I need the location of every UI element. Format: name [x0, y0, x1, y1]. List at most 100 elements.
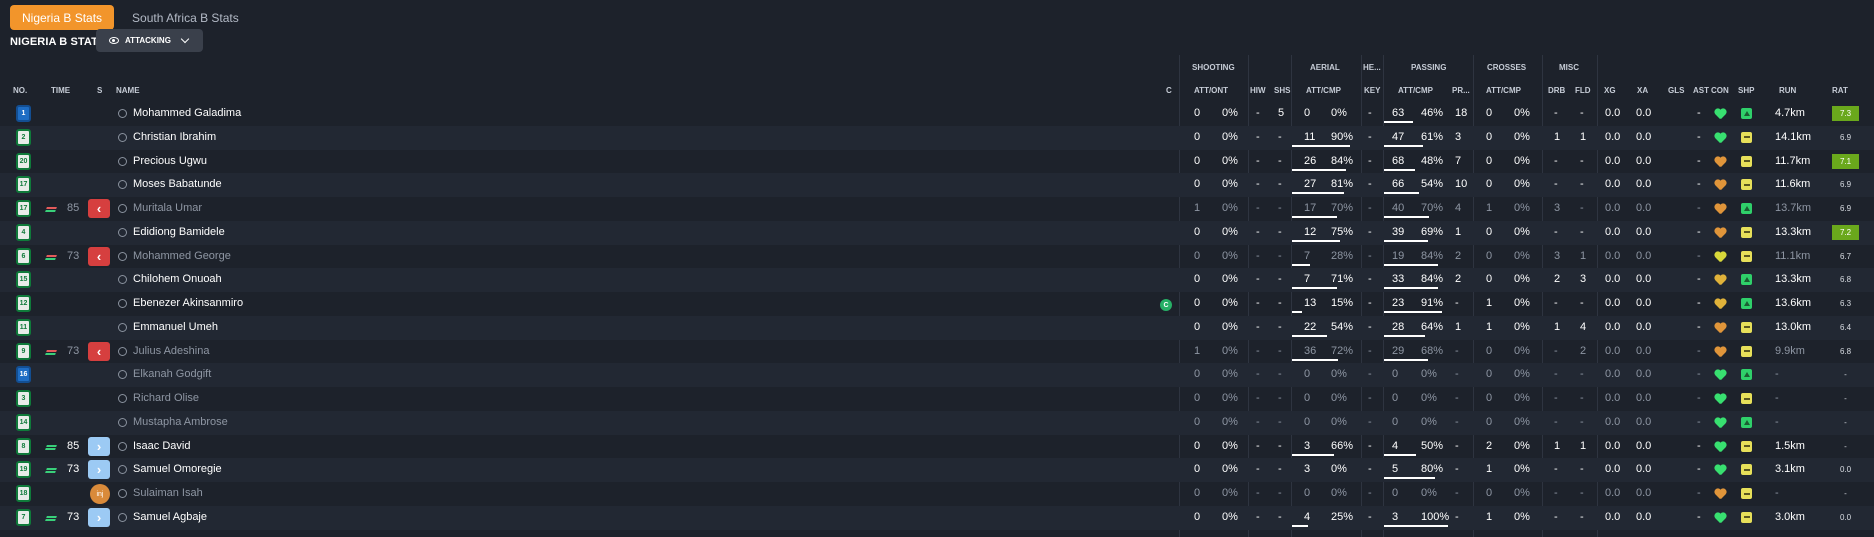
column-header-drb[interactable]: DRB: [1548, 86, 1565, 95]
fouled: 1: [1580, 439, 1587, 452]
table-row[interactable]: 3 Richard Olise 0 0% - - 0 0% - 0 0% - 0 0% - - 0.0 0.0 - -…: [0, 387, 1874, 411]
aerial-completed-pct: 72%: [1331, 344, 1354, 357]
tab-south-africa-b-stats[interactable]: South Africa B Stats: [120, 5, 251, 30]
column-header-xa[interactable]: XA: [1637, 86, 1648, 95]
expected-assists: 0.0: [1636, 130, 1652, 143]
subbed-off-button[interactable]: ‹: [88, 246, 110, 266]
shots-stopped: -: [1278, 463, 1282, 476]
column-header-gls[interactable]: GLS: [1668, 86, 1684, 95]
shots-on-target-pct: 0%: [1222, 487, 1238, 499]
hit-woodwork: -: [1256, 130, 1260, 143]
column-header-passing[interactable]: ATT/CMP: [1398, 86, 1433, 95]
table-row[interactable]: 18 inj Sulaiman Isah 0 0% - - 0 0% - 0 0% - 0 0% - - 0.0 0…: [0, 482, 1874, 506]
table-row[interactable]: 17 85 ‹ Muritala Umar 1 0% - - 17 70% - 40 70% 4 1 0% 3 -…: [0, 197, 1874, 221]
subbed-on-button[interactable]: ›: [88, 436, 110, 456]
column-header-rat[interactable]: RAT: [1832, 86, 1848, 95]
expected-assists: 0.0: [1636, 415, 1652, 428]
subbed-off-button[interactable]: ‹: [88, 199, 110, 218]
table-row[interactable]: 17 Moses Babatunde 0 0% - - 27 81% - 66 54% 10 0 0% - -…: [0, 173, 1874, 198]
shots-stopped: -: [1278, 487, 1282, 499]
shots-on-target-pct: 0%: [1222, 368, 1238, 381]
rating-badge: -: [1844, 441, 1847, 451]
shots-on-target-pct: 0%: [1222, 130, 1238, 143]
table-row[interactable]: 14 Mustapha Ambrose 0 0% - - 0 0% - 0 0% - 0 0% - - 0.0 0…: [0, 410, 1874, 435]
column-header-hiw[interactable]: HIW: [1250, 86, 1266, 95]
table-row[interactable]: 6 73 ‹ Mohammed George 0 0% - - 7 28% - 19 84% 2 0 0% 3 1…: [0, 245, 1874, 269]
column-header-pr[interactable]: PR...: [1452, 86, 1470, 95]
column-header-aerial[interactable]: ATT/CMP: [1306, 86, 1341, 95]
crosses-completed-pct: 0%: [1514, 439, 1530, 452]
key-passes: -: [1368, 487, 1372, 499]
aerial-completed-pct: 0%: [1331, 487, 1347, 499]
column-header-s[interactable]: S: [97, 86, 102, 95]
substitution-icon: [45, 515, 57, 521]
distance-run: 13.7km: [1775, 202, 1812, 214]
column-header-crosses[interactable]: ATT/CMP: [1486, 86, 1521, 95]
column-header-run[interactable]: RUN: [1779, 86, 1796, 95]
passing-bar: [1384, 334, 1425, 337]
shirt-number-icon: 3: [16, 390, 31, 407]
column-header-xg[interactable]: XG: [1604, 86, 1616, 95]
crosses-attempted: 1: [1486, 320, 1493, 333]
subbed-on-button[interactable]: ›: [88, 507, 110, 527]
aerial-bar: [1292, 168, 1346, 171]
shots-on-target-pct: 0%: [1222, 415, 1238, 428]
key-passes: -: [1368, 344, 1372, 357]
column-header-con[interactable]: CON: [1711, 86, 1729, 95]
shots-attempted: 0: [1194, 297, 1201, 309]
table-row[interactable]: 16 Elkanah Godgift 0 0% - - 0 0% - 0 0% - 0 0% - - 0.0 0.…: [0, 363, 1874, 388]
column-header-fld[interactable]: FLD: [1575, 86, 1591, 95]
table-row[interactable]: 8 85 › Isaac David 0 0% - -3 66% -4 50% -2 0% 1 1 0.0 0.…: [0, 435, 1874, 459]
shots-stopped: -: [1278, 202, 1282, 214]
column-header-no[interactable]: NO.: [13, 86, 27, 95]
expected-goals: 0.0: [1605, 415, 1621, 428]
shots-on-target-pct: 0%: [1222, 154, 1238, 167]
passing-bar: [1384, 144, 1423, 147]
table-row[interactable]: 9 73 ‹ Julius Adeshina 1 0% - -36 72% -29 68% -0 0% -…: [0, 340, 1874, 364]
table-row[interactable]: 11 Emmanuel Umeh 0 0% - -22 54% -28 64% 1 1 0% 1 4 0.0…: [0, 315, 1874, 340]
column-header-shooting[interactable]: ATT/ONT: [1194, 86, 1228, 95]
table-row[interactable]: 1 Mohammed Galadima 0 0% - 5 0 0% - 63 46% 18 0 0% - - 0…: [0, 102, 1874, 126]
table-row[interactable]: 12 Ebenezer Akinsanmiro C 0 0% - -13 15% -23 91% -…: [0, 292, 1874, 316]
shots-on-target-pct: 0%: [1222, 463, 1238, 476]
column-header-shp[interactable]: SHP: [1738, 86, 1754, 95]
view-dropdown[interactable]: ATTACKING: [96, 29, 203, 52]
column-header-c[interactable]: C: [1166, 86, 1172, 95]
crosses-attempted: 0: [1486, 225, 1493, 238]
progressive-passes: 4: [1455, 202, 1462, 214]
sharpness-icon: [1741, 393, 1752, 404]
subbed-on-button[interactable]: ›: [88, 460, 110, 480]
expected-assists: 0.0: [1636, 510, 1652, 523]
expected-assists: 0.0: [1636, 320, 1652, 333]
table-row[interactable]: 7 73 › Samuel Agbaje 0 0% - -4 25% -3 100% -1 0% - -0.…: [0, 505, 1874, 530]
shots-attempted: 0: [1194, 154, 1201, 167]
table-row[interactable]: 20 Precious Ugwu 0 0% - - 26 84% - 68 48% 7 0 0% - - 0.0…: [0, 150, 1874, 174]
column-header-shs[interactable]: SHS: [1274, 86, 1290, 95]
progressive-passes: 3: [1455, 130, 1462, 143]
player-name: Samuel Agbaje: [133, 510, 207, 523]
column-header-ast[interactable]: AST: [1693, 86, 1709, 95]
sharpness-icon: [1741, 108, 1752, 119]
table-row[interactable]: 15 Chilohem Onuoah 0 0% - - 7 71% - 33 84% 2 0 0% 2 3 0.…: [0, 268, 1874, 293]
column-header-name[interactable]: NAME: [116, 86, 140, 95]
key-passes: -: [1368, 320, 1372, 333]
hit-woodwork: -: [1256, 368, 1260, 381]
subbed-off-button[interactable]: ‹: [88, 341, 110, 361]
column-header-time[interactable]: TIME: [51, 86, 70, 95]
column-header-key[interactable]: KEY: [1364, 86, 1380, 95]
passes-completed-pct: 0%: [1421, 368, 1437, 381]
table-row[interactable]: 2 Christian Ibrahim 0 0% - -11 90% -47 61% 3 0 0% 1 1…: [0, 125, 1874, 150]
fouled: -: [1580, 487, 1584, 499]
passes-completed-pct: 0%: [1421, 415, 1437, 428]
aerial-completed-pct: 15%: [1331, 297, 1354, 309]
assists: -: [1697, 297, 1701, 309]
dribbles: 3: [1554, 249, 1561, 262]
passes-attempted: 39: [1392, 225, 1405, 238]
dribbles: -: [1554, 368, 1558, 381]
shirt-number-icon: 2: [16, 128, 31, 146]
player-name: Mohammed Galadima: [133, 107, 242, 119]
sharpness-icon: [1741, 274, 1752, 286]
table-row[interactable]: 19 73 › Samuel Omoregie 0 0% - -3 0% -5 80% -1 0% - -0…: [0, 458, 1874, 483]
tab-nigeria-b-stats[interactable]: Nigeria B Stats: [10, 5, 115, 30]
table-row[interactable]: 4 Edidiong Bamidele 0 0% - - 12 75% - 39 69% 1 0 0% - -…: [0, 220, 1874, 245]
